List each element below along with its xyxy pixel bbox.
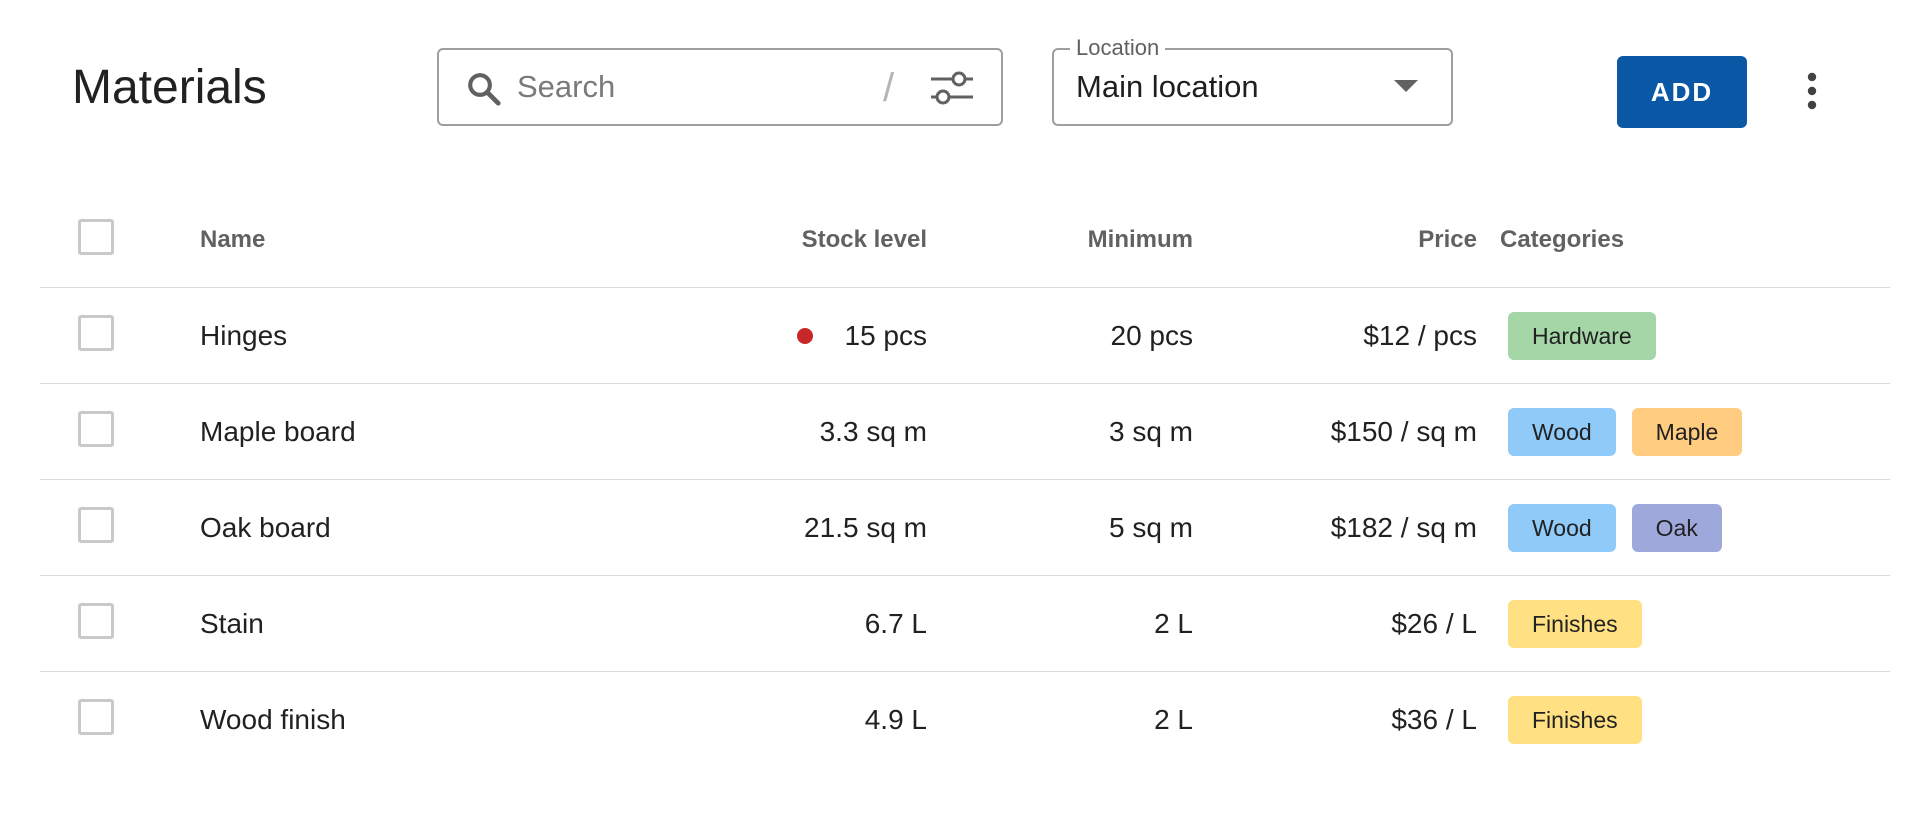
category-tags: Hardware bbox=[1508, 312, 1656, 360]
add-button[interactable]: ADD bbox=[1617, 56, 1747, 128]
material-name: Stain bbox=[200, 608, 264, 639]
page-header: Materials / Location Main location ADD bbox=[0, 0, 1928, 160]
page-title: Materials bbox=[72, 61, 267, 114]
search-shortcut-hint: / bbox=[883, 66, 895, 110]
minimum-level: 3 sq m bbox=[1108, 416, 1193, 447]
price: $150 / sq m bbox=[1330, 416, 1477, 447]
search-icon bbox=[468, 73, 501, 106]
stock-level: 21.5 sq m bbox=[804, 512, 927, 543]
table-row[interactable]: Wood finish 4.9 L 2 L $36 / L Finishes bbox=[40, 672, 1890, 768]
stock-level: 15 pcs bbox=[600, 288, 927, 384]
more-vertical-icon[interactable] bbox=[1806, 72, 1818, 110]
category-tags: Wood Oak bbox=[1508, 504, 1722, 552]
column-header-stock[interactable]: Stock level bbox=[600, 192, 927, 288]
category-tags: Finishes bbox=[1508, 696, 1642, 744]
category-tag[interactable]: Maple bbox=[1631, 408, 1743, 456]
minimum-level: 5 sq m bbox=[1108, 512, 1193, 543]
material-name: Maple board bbox=[200, 416, 356, 447]
column-header-minimum[interactable]: Minimum bbox=[940, 192, 1193, 288]
price: $36 / L bbox=[1391, 704, 1477, 735]
materials-table: Name Stock level Minimum Price Categorie… bbox=[40, 192, 1890, 768]
row-checkbox[interactable] bbox=[78, 411, 114, 447]
minimum-level: 20 pcs bbox=[1110, 320, 1194, 351]
select-all-checkbox[interactable] bbox=[78, 219, 114, 255]
category-tag[interactable]: Wood bbox=[1508, 504, 1616, 552]
row-checkbox[interactable] bbox=[78, 603, 114, 639]
minimum-level: 2 L bbox=[1154, 608, 1193, 639]
stock-level: 6.7 L bbox=[864, 608, 927, 639]
material-name: Hinges bbox=[200, 320, 288, 351]
search-box[interactable]: / bbox=[437, 48, 1003, 126]
column-header-name[interactable]: Name bbox=[200, 192, 265, 288]
caret-down-icon bbox=[1394, 80, 1418, 92]
table-row[interactable]: Maple board 3.3 sq m 3 sq m $150 / sq m … bbox=[40, 384, 1890, 480]
table-row[interactable]: Oak board 21.5 sq m 5 sq m $182 / sq m W… bbox=[40, 480, 1890, 576]
location-label: Location bbox=[1070, 36, 1166, 60]
row-checkbox[interactable] bbox=[78, 315, 114, 351]
row-checkbox[interactable] bbox=[78, 507, 114, 543]
price: $12 / pcs bbox=[1363, 320, 1477, 351]
table-header-row: Name Stock level Minimum Price Categorie… bbox=[40, 192, 1890, 288]
category-tag[interactable]: Oak bbox=[1631, 504, 1722, 552]
column-header-categories[interactable]: Categories bbox=[1500, 192, 1624, 288]
material-name: Oak board bbox=[200, 512, 331, 543]
category-tag[interactable]: Finishes bbox=[1508, 600, 1642, 648]
search-input[interactable] bbox=[517, 62, 897, 112]
stock-level-value: 15 pcs bbox=[844, 320, 928, 351]
row-checkbox[interactable] bbox=[78, 699, 114, 735]
low-stock-indicator-icon bbox=[796, 327, 813, 344]
stock-level: 4.9 L bbox=[864, 704, 927, 735]
table-row[interactable]: Hinges 15 pcs 20 pcs $12 / pcs Hardware bbox=[40, 288, 1890, 384]
stock-level: 3.3 sq m bbox=[819, 416, 927, 447]
price: $182 / sq m bbox=[1330, 512, 1477, 543]
category-tag[interactable]: Wood bbox=[1508, 408, 1616, 456]
category-tags: Finishes bbox=[1508, 600, 1642, 648]
location-select[interactable]: Location Main location bbox=[1052, 36, 1453, 126]
sliders-icon[interactable] bbox=[929, 68, 973, 108]
table-row[interactable]: Stain 6.7 L 2 L $26 / L Finishes bbox=[40, 576, 1890, 672]
category-tag[interactable]: Finishes bbox=[1508, 696, 1642, 744]
minimum-level: 2 L bbox=[1154, 704, 1193, 735]
column-header-price[interactable]: Price bbox=[1210, 192, 1477, 288]
category-tags: Wood Maple bbox=[1508, 408, 1743, 456]
material-name: Wood finish bbox=[200, 704, 346, 735]
location-value: Main location bbox=[1076, 69, 1259, 104]
category-tag[interactable]: Hardware bbox=[1508, 312, 1656, 360]
price: $26 / L bbox=[1391, 608, 1477, 639]
